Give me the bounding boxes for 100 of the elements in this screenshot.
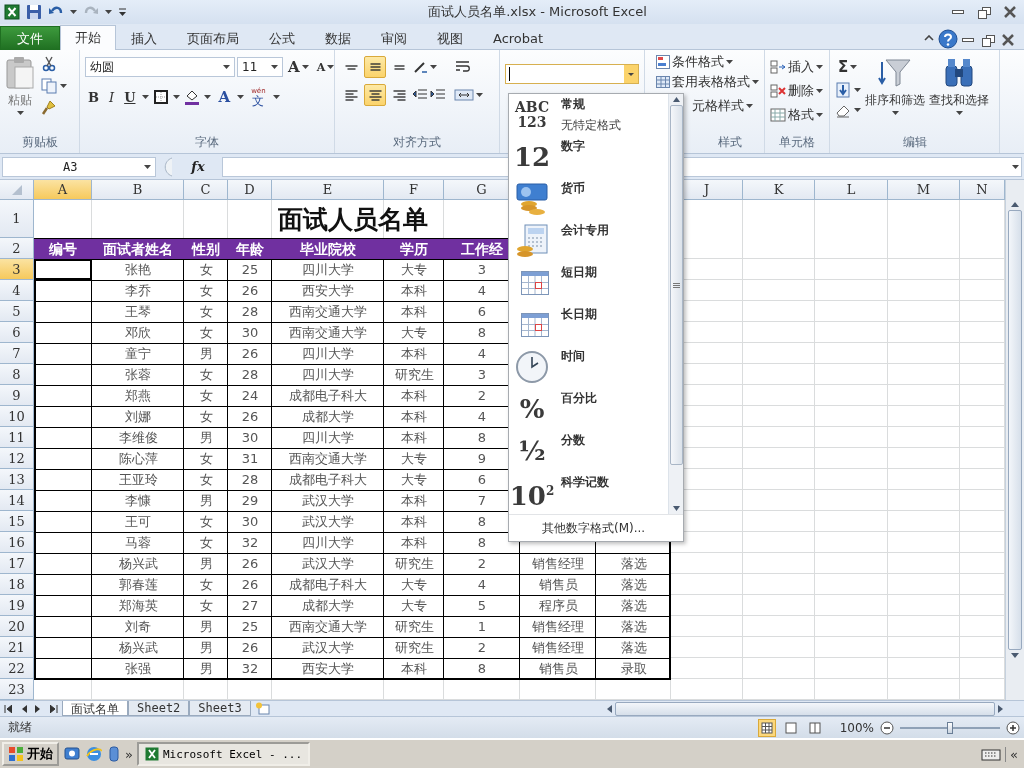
table-cell-text: 杨兴武 xyxy=(117,555,159,573)
table-cell-text: 大专 xyxy=(400,597,428,615)
table-cell-text: 本科 xyxy=(400,660,428,678)
format-glyph: % xyxy=(519,395,545,423)
table-cell-text: 女 xyxy=(198,471,214,489)
option-label: 长日期 xyxy=(561,306,597,323)
table-cell-text: 陈心萍 xyxy=(117,450,159,468)
table-cell-text: 25 xyxy=(240,618,260,636)
table-cell-text: 销售经理 xyxy=(531,555,585,573)
table-cell-text: 32 xyxy=(240,660,260,678)
table-cell-text: 本科 xyxy=(400,492,428,510)
table-cell-text: 女 xyxy=(198,387,214,405)
table-cell-text: 邓欣 xyxy=(124,324,152,342)
option-label: 百分比 xyxy=(561,390,597,407)
table-cell-text: 大专 xyxy=(400,450,428,468)
table-cell-text: 本科 xyxy=(400,303,428,321)
table-cell-text: 本科 xyxy=(400,345,428,363)
table-cell-text: 本科 xyxy=(400,282,428,300)
table-cell-text: 27 xyxy=(240,597,260,615)
table-cell-text: 西南交通大学 xyxy=(288,618,368,636)
table-cell-text: 8 xyxy=(476,534,488,552)
table-cell-text: 25 xyxy=(240,261,260,279)
option-label: 短日期 xyxy=(561,264,597,281)
table-cell-text: 9 xyxy=(476,450,488,468)
option-label: 常规 xyxy=(561,96,586,113)
table-cell-text: 女 xyxy=(198,534,214,552)
table-cell-text: 女 xyxy=(198,597,214,615)
table-cell-text: 1 xyxy=(476,618,488,636)
table-cell-text: 26 xyxy=(240,639,260,657)
window-title: 面试人员名单.xlsx - Microsoft Excel xyxy=(427,3,648,21)
table-cell-text: 28 xyxy=(240,303,260,321)
table-cell-text: 3 xyxy=(476,261,488,279)
table-cell-text: 大专 xyxy=(400,324,428,342)
column-heading: 编号 xyxy=(48,240,78,259)
table-cell-text: 30 xyxy=(240,513,260,531)
table-cell-text: 6 xyxy=(476,303,488,321)
table-cell-text: 女 xyxy=(198,450,214,468)
table-cell-text: 26 xyxy=(240,408,260,426)
table-cell-text: 大专 xyxy=(400,471,428,489)
table-cell-text: 8 xyxy=(476,429,488,447)
table-cell-text: 女 xyxy=(198,513,214,531)
table-cell-text: 销售经理 xyxy=(531,639,585,657)
table-cell-text: 26 xyxy=(240,555,260,573)
table-cell-text: 马蓉 xyxy=(124,534,152,552)
table-cell-text: 王可 xyxy=(124,513,152,531)
table-cell-text: 男 xyxy=(198,555,214,573)
table-cell-text: 武汉大学 xyxy=(301,639,355,657)
table-cell-text: 4 xyxy=(476,408,488,426)
table-cell-text: 销售经理 xyxy=(531,618,585,636)
table-cell-text: 女 xyxy=(198,366,214,384)
group-label: 单元格 xyxy=(778,134,816,151)
table-cell-text: 四川大学 xyxy=(301,345,355,363)
option-description: 无特定格式 xyxy=(561,117,621,134)
column-heading: 工作经 xyxy=(460,240,504,259)
table-cell-text: 郑燕 xyxy=(124,387,152,405)
group-label: 编辑 xyxy=(901,134,928,151)
table-cell-text: 童宁 xyxy=(124,345,152,363)
table-cell-text: 成都电子科大 xyxy=(288,576,368,594)
table-cell-text: 26 xyxy=(240,282,260,300)
table-cell-text: 销售员 xyxy=(537,660,579,678)
table-cell-text: 本科 xyxy=(400,513,428,531)
table-cell-text: 7 xyxy=(476,492,488,510)
table-cell-text: 5 xyxy=(476,597,488,615)
table-cell-text: 录取 xyxy=(619,660,648,678)
table-cell-text: 郭春莲 xyxy=(117,576,159,594)
table-cell-text: 刘奇 xyxy=(124,618,152,636)
table-cell-text: 30 xyxy=(240,324,260,342)
table-cell-text: 成都大学 xyxy=(301,597,355,615)
option-label: 分数 xyxy=(561,432,585,449)
option-label: 货币 xyxy=(561,180,585,197)
table-cell-text: 落选 xyxy=(619,597,648,615)
option-label: 会计专用 xyxy=(561,222,609,239)
table-cell-text: 成都大学 xyxy=(301,408,355,426)
column-heading: 毕业院校 xyxy=(299,240,357,259)
table-cell-text: 2 xyxy=(476,639,488,657)
option-label: 数字 xyxy=(561,138,585,155)
table-cell-text: 研究生 xyxy=(393,618,435,636)
table-cell-text: 大专 xyxy=(400,576,428,594)
group-label: 剪贴板 xyxy=(20,134,59,151)
table-cell-text: 西安大学 xyxy=(301,660,355,678)
table-cell-text: 男 xyxy=(198,345,214,363)
table-cell-text: 销售员 xyxy=(537,576,579,594)
column-heading: 面试者姓名 xyxy=(102,240,174,259)
group-label: 样式 xyxy=(716,134,743,151)
option-label: 时间 xyxy=(561,348,585,365)
format-glyph: ABC 123 xyxy=(514,100,550,130)
table-cell-text: 女 xyxy=(198,261,214,279)
table-cell-text: 本科 xyxy=(400,429,428,447)
table-cell-text: 四川大学 xyxy=(301,366,355,384)
table-cell-text: 西南交通大学 xyxy=(288,303,368,321)
table-cell-text: 西南交通大学 xyxy=(288,324,368,342)
table-cell-text: 武汉大学 xyxy=(301,492,355,510)
table-cell-text: 本科 xyxy=(400,408,428,426)
table-cell-text: 26 xyxy=(240,345,260,363)
table-cell-text: 四川大学 xyxy=(301,429,355,447)
table-cell-text: 24 xyxy=(240,387,260,405)
format-glyph: 10$^{2}$ xyxy=(509,479,555,510)
option-label: 科学记数 xyxy=(561,474,609,491)
table-cell-text: 程序员 xyxy=(537,597,579,615)
table-cell-text: 4 xyxy=(476,576,488,594)
